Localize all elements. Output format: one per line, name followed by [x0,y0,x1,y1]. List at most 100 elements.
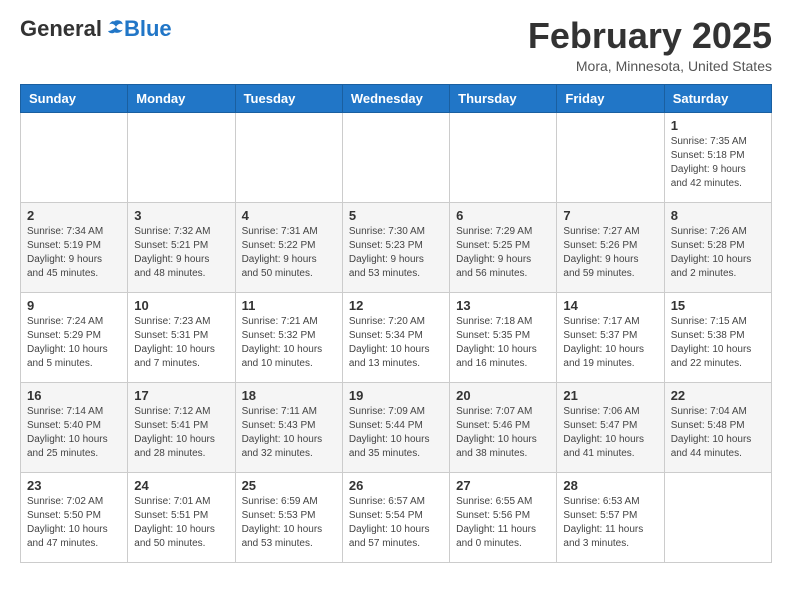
location-subtitle: Mora, Minnesota, United States [528,58,772,74]
table-cell: 13 Sunrise: 7:18 AM Sunset: 5:35 PM Dayli… [450,292,557,382]
col-friday: Friday [557,84,664,112]
table-cell: 11 Sunrise: 7:21 AM Sunset: 5:32 PM Dayli… [235,292,342,382]
table-cell: 10 Sunrise: 7:23 AM Sunset: 5:31 PM Dayli… [128,292,235,382]
table-cell [342,112,449,202]
table-cell [557,112,664,202]
table-cell: 27 Sunrise: 6:55 AM Sunset: 5:56 PM Dayli… [450,472,557,562]
day-number: 17 [134,388,228,403]
page: General Blue February 2025 Mora, Minneso… [0,0,792,579]
logo-general-text: General [20,16,102,42]
table-cell [235,112,342,202]
calendar-table: Sunday Monday Tuesday Wednesday Thursday… [20,84,772,563]
day-number: 25 [242,478,336,493]
day-number: 5 [349,208,443,223]
day-number: 18 [242,388,336,403]
day-info: Sunrise: 7:14 AM Sunset: 5:40 PM Dayligh… [27,405,121,461]
col-thursday: Thursday [450,84,557,112]
day-number: 6 [456,208,550,223]
table-cell: 3Sunrise: 7:32 AM Sunset: 5:21 PM Daylig… [128,202,235,292]
day-number: 12 [349,298,443,313]
table-cell: 26 Sunrise: 6:57 AM Sunset: 5:54 PM Dayli… [342,472,449,562]
table-cell [450,112,557,202]
day-info: Sunrise: 7:27 AM Sunset: 5:26 PM Dayligh… [563,225,657,281]
day-info: Sunrise: 7:26 AM Sunset: 5:28 PM Dayligh… [671,225,765,281]
day-number: 10 [134,298,228,313]
day-info: Sunrise: 7:21 AM Sunset: 5:32 PM Dayligh… [242,315,336,371]
day-info: Sunrise: 7:12 AM Sunset: 5:41 PM Dayligh… [134,405,228,461]
table-cell: 2Sunrise: 7:34 AM Sunset: 5:19 PM Daylig… [21,202,128,292]
day-number: 22 [671,388,765,403]
col-sunday: Sunday [21,84,128,112]
day-info: Sunrise: 7:09 AM Sunset: 5:44 PM Dayligh… [349,405,443,461]
day-number: 7 [563,208,657,223]
day-info: Sunrise: 7:24 AM Sunset: 5:29 PM Dayligh… [27,315,121,371]
day-number: 1 [671,118,765,133]
day-number: 14 [563,298,657,313]
table-cell: 28 Sunrise: 6:53 AM Sunset: 5:57 PM Dayli… [557,472,664,562]
logo-bird-icon [104,17,124,37]
day-number: 23 [27,478,121,493]
day-number: 26 [349,478,443,493]
logo-blue-text: Blue [124,16,172,42]
table-cell: 8Sunrise: 7:26 AM Sunset: 5:28 PM Daylig… [664,202,771,292]
title-area: February 2025 Mora, Minnesota, United St… [528,16,772,74]
table-cell: 12Sunrise: 7:20 AM Sunset: 5:34 PM Dayli… [342,292,449,382]
day-info: Sunrise: 7:23 AM Sunset: 5:31 PM Dayligh… [134,315,228,371]
table-cell [664,472,771,562]
day-info: Sunrise: 7:31 AM Sunset: 5:22 PM Dayligh… [242,225,336,281]
day-info: Sunrise: 7:29 AM Sunset: 5:25 PM Dayligh… [456,225,550,281]
table-cell: 16 Sunrise: 7:14 AM Sunset: 5:40 PM Dayli… [21,382,128,472]
day-info: Sunrise: 6:55 AM Sunset: 5:56 PM Dayligh… [456,495,550,551]
days-of-week-row: Sunday Monday Tuesday Wednesday Thursday… [21,84,772,112]
day-number: 28 [563,478,657,493]
table-cell: 5 Sunrise: 7:30 AM Sunset: 5:23 PM Daylig… [342,202,449,292]
table-cell: 24Sunrise: 7:01 AM Sunset: 5:51 PM Dayli… [128,472,235,562]
day-info: Sunrise: 6:57 AM Sunset: 5:54 PM Dayligh… [349,495,443,551]
day-info: Sunrise: 7:06 AM Sunset: 5:47 PM Dayligh… [563,405,657,461]
col-monday: Monday [128,84,235,112]
table-cell: 14 Sunrise: 7:17 AM Sunset: 5:37 PM Dayli… [557,292,664,382]
table-cell: 21Sunrise: 7:06 AM Sunset: 5:47 PM Dayli… [557,382,664,472]
day-number: 27 [456,478,550,493]
day-info: Sunrise: 6:53 AM Sunset: 5:57 PM Dayligh… [563,495,657,551]
day-info: Sunrise: 7:18 AM Sunset: 5:35 PM Dayligh… [456,315,550,371]
day-number: 19 [349,388,443,403]
week-row-3: 9 Sunrise: 7:24 AM Sunset: 5:29 PM Daylig… [21,292,772,382]
logo: General Blue [20,16,172,42]
day-number: 3 [134,208,228,223]
day-info: Sunrise: 7:01 AM Sunset: 5:51 PM Dayligh… [134,495,228,551]
table-cell: 15Sunrise: 7:15 AM Sunset: 5:38 PM Dayli… [664,292,771,382]
day-number: 2 [27,208,121,223]
table-cell: 22 Sunrise: 7:04 AM Sunset: 5:48 PM Dayli… [664,382,771,472]
day-info: Sunrise: 7:07 AM Sunset: 5:46 PM Dayligh… [456,405,550,461]
day-info: Sunrise: 7:17 AM Sunset: 5:37 PM Dayligh… [563,315,657,371]
week-row-4: 16 Sunrise: 7:14 AM Sunset: 5:40 PM Dayli… [21,382,772,472]
day-number: 11 [242,298,336,313]
table-cell: 18Sunrise: 7:11 AM Sunset: 5:43 PM Dayli… [235,382,342,472]
table-cell [21,112,128,202]
table-cell: 9 Sunrise: 7:24 AM Sunset: 5:29 PM Daylig… [21,292,128,382]
day-number: 4 [242,208,336,223]
day-info: Sunrise: 7:15 AM Sunset: 5:38 PM Dayligh… [671,315,765,371]
table-cell: 1 Sunrise: 7:35 AM Sunset: 5:18 PM Daylig… [664,112,771,202]
table-cell: 20 Sunrise: 7:07 AM Sunset: 5:46 PM Dayli… [450,382,557,472]
table-cell: 19 Sunrise: 7:09 AM Sunset: 5:44 PM Dayli… [342,382,449,472]
table-cell: 7 Sunrise: 7:27 AM Sunset: 5:26 PM Daylig… [557,202,664,292]
col-saturday: Saturday [664,84,771,112]
day-number: 16 [27,388,121,403]
month-year-title: February 2025 [528,16,772,56]
table-cell: 17 Sunrise: 7:12 AM Sunset: 5:41 PM Dayli… [128,382,235,472]
day-number: 9 [27,298,121,313]
table-cell: 6 Sunrise: 7:29 AM Sunset: 5:25 PM Daylig… [450,202,557,292]
day-number: 13 [456,298,550,313]
table-cell: 25Sunrise: 6:59 AM Sunset: 5:53 PM Dayli… [235,472,342,562]
table-cell [128,112,235,202]
day-info: Sunrise: 7:04 AM Sunset: 5:48 PM Dayligh… [671,405,765,461]
day-info: Sunrise: 7:35 AM Sunset: 5:18 PM Dayligh… [671,135,765,191]
table-cell: 4 Sunrise: 7:31 AM Sunset: 5:22 PM Daylig… [235,202,342,292]
day-info: Sunrise: 7:02 AM Sunset: 5:50 PM Dayligh… [27,495,121,551]
day-number: 20 [456,388,550,403]
day-info: Sunrise: 7:30 AM Sunset: 5:23 PM Dayligh… [349,225,443,281]
week-row-5: 23 Sunrise: 7:02 AM Sunset: 5:50 PM Dayli… [21,472,772,562]
col-tuesday: Tuesday [235,84,342,112]
